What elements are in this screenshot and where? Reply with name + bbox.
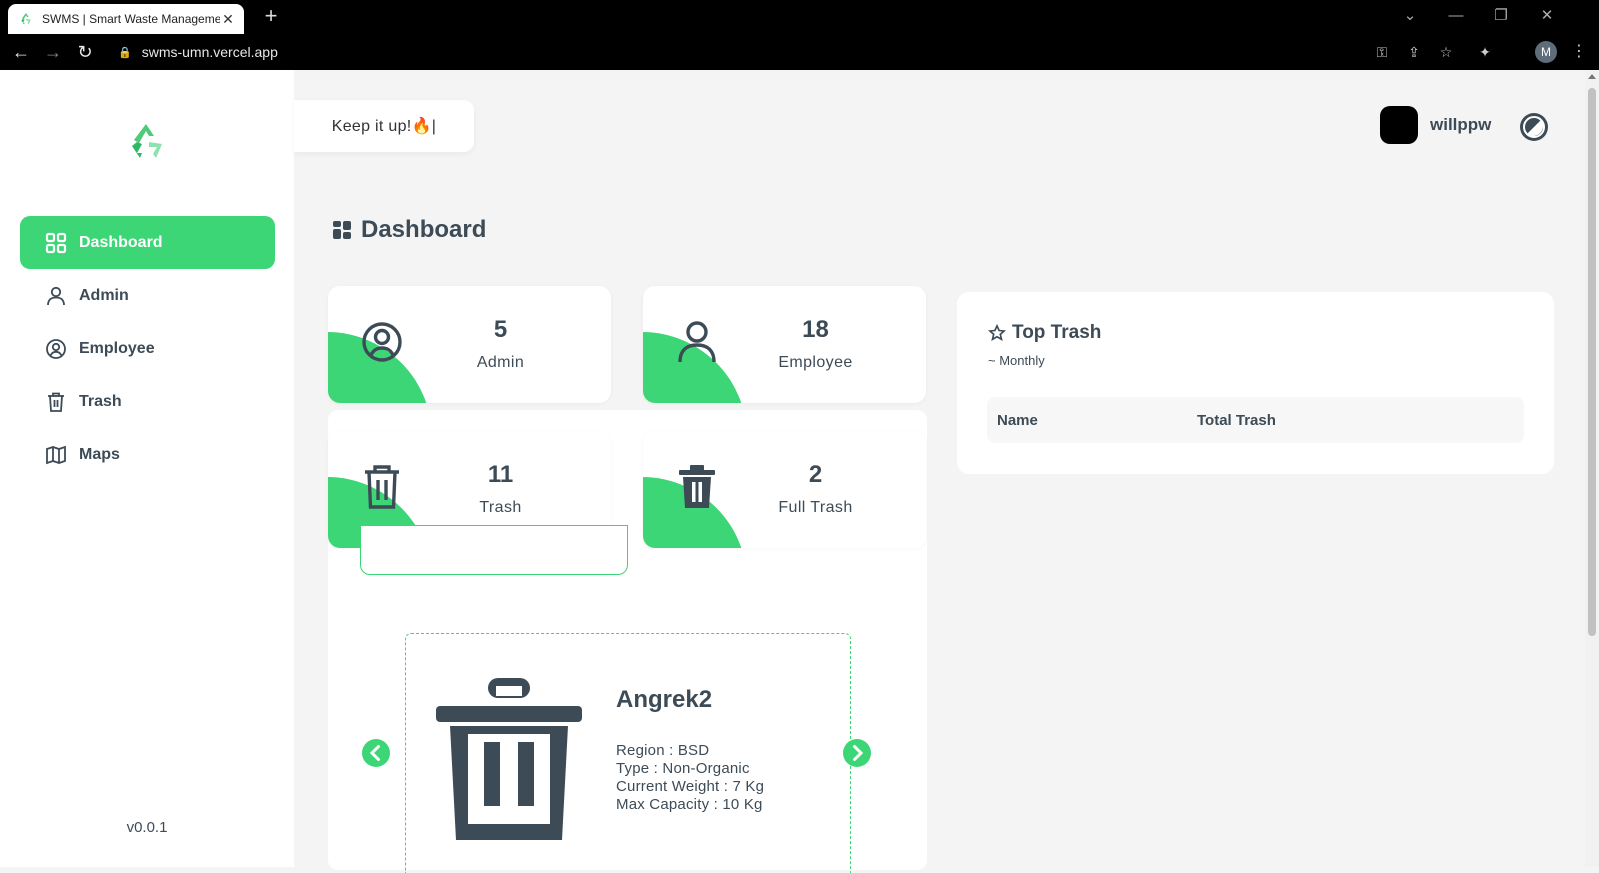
carousel-next-button[interactable] xyxy=(843,739,871,767)
sidebar-item-label: Dashboard xyxy=(79,233,163,251)
sidebar-item-label: Maps xyxy=(79,445,120,463)
address-bar[interactable]: 🔒 swms-umn.vercel.app xyxy=(108,38,1462,66)
stat-card-full-trash[interactable]: 2 Full Trash xyxy=(643,431,926,548)
browser-toolbar: ← → ↻ 🔒 swms-umn.vercel.app ⚿ ⇪ ☆ ✦ M ⋮ xyxy=(0,34,1599,70)
forward-icon[interactable]: → xyxy=(41,40,65,64)
sidebar-item-maps[interactable]: Maps xyxy=(20,428,275,481)
username: willppw xyxy=(1430,115,1492,134)
stat-card-employee[interactable]: 18 Employee xyxy=(643,286,926,403)
user-circle-icon xyxy=(362,322,402,362)
app-version: v0.0.1 xyxy=(126,819,168,836)
stat-label: Trash xyxy=(479,499,522,516)
browser-tab[interactable]: SWMS | Smart Waste Manageme ✕ xyxy=(8,4,244,34)
trash-bin-icon xyxy=(436,678,582,840)
top-trash-title: Top Trash xyxy=(988,322,1101,344)
sidebar-item-label: Trash xyxy=(79,392,122,410)
user-circle-icon xyxy=(46,338,66,359)
top-trash-period: ~ Monthly xyxy=(988,353,1045,368)
user-icon xyxy=(678,321,716,363)
top-trash-title-text: Top Trash xyxy=(1012,322,1102,343)
recycle-favicon-icon xyxy=(21,13,31,25)
trash-name: Angrek2 xyxy=(616,686,713,713)
user-icon xyxy=(47,286,65,305)
trash-carousel: Angrek2 Region : BSD Type : Non-Organic … xyxy=(360,605,897,873)
dashboard-grid-icon xyxy=(333,221,351,239)
column-header-total[interactable]: Total Trash xyxy=(1197,412,1276,429)
table-header: Name Total Trash xyxy=(987,397,1524,443)
page-scrollbar[interactable] xyxy=(1585,70,1599,867)
share-icon[interactable]: ⇪ xyxy=(1404,42,1424,62)
sidebar-item-admin[interactable]: Admin xyxy=(20,269,275,322)
extensions-icon[interactable]: ✦ xyxy=(1475,42,1495,62)
theme-toggle-icon[interactable] xyxy=(1519,112,1549,142)
trash-weight: Current Weight : 7 Kg xyxy=(616,778,765,795)
trash-icon xyxy=(365,465,399,509)
new-tab-button[interactable]: + xyxy=(258,4,284,30)
browser-tabbar: SWMS | Smart Waste Manageme ✕ + ⌄ — ❐ ✕ xyxy=(0,0,1599,34)
minimize-icon[interactable]: — xyxy=(1436,4,1476,30)
stat-label: Admin xyxy=(476,354,525,371)
sidebar-item-label: Employee xyxy=(79,339,155,357)
page-title: Dashboard xyxy=(332,216,486,244)
stat-value: 5 xyxy=(493,316,508,343)
lock-icon: 🔒 xyxy=(118,46,132,59)
trash-region: Region : BSD xyxy=(616,742,710,759)
restore-icon[interactable]: ❐ xyxy=(1481,4,1521,30)
url-text: swms-umn.vercel.app xyxy=(141,44,278,60)
bookmark-star-icon[interactable]: ☆ xyxy=(1436,42,1456,62)
reload-icon[interactable]: ↻ xyxy=(73,40,97,64)
sidebar-item-trash[interactable]: Trash xyxy=(20,375,275,428)
trash-full-icon xyxy=(679,465,715,508)
app-page: Dashboard Admin Employee Trash Maps v0.0… xyxy=(0,70,1599,873)
key-icon[interactable]: ⚿ xyxy=(1372,42,1392,62)
tab-search-icon[interactable]: ⌄ xyxy=(1390,4,1430,30)
chevron-right-icon xyxy=(853,745,864,761)
scrollbar-thumb[interactable] xyxy=(1588,88,1596,636)
trash-icon xyxy=(48,392,64,412)
trash-type: Type : Non-Organic xyxy=(616,760,750,777)
sidebar-item-employee[interactable]: Employee xyxy=(20,322,275,375)
tab-title: SWMS | Smart Waste Manageme xyxy=(42,12,220,26)
window-close-icon[interactable]: ✕ xyxy=(1527,4,1567,30)
sidebar: Dashboard Admin Employee Trash Maps v0.0… xyxy=(0,70,294,867)
stat-card-admin[interactable]: 5 Admin xyxy=(328,286,611,403)
dashboard-grid-icon xyxy=(45,232,67,253)
back-icon[interactable]: ← xyxy=(9,40,33,64)
top-trash-card: Top Trash ~ Monthly Name Total Trash xyxy=(957,292,1554,474)
trash-detail-card[interactable]: Angrek2 Region : BSD Type : Non-Organic … xyxy=(405,633,851,873)
stat-value: 18 xyxy=(802,316,829,343)
recycle-logo-icon xyxy=(132,124,162,158)
chevron-left-icon xyxy=(369,745,380,761)
map-icon xyxy=(46,445,66,464)
trash-info: Region : BSD Type : Non-Organic Current … xyxy=(616,742,764,814)
star-icon xyxy=(988,324,1006,342)
trash-capacity: Max Capacity : 10 Kg xyxy=(616,796,763,813)
stat-value: 11 xyxy=(487,461,514,488)
stat-label: Employee xyxy=(778,354,853,371)
page-title-text: Dashboard xyxy=(361,216,487,243)
scroll-up-icon[interactable] xyxy=(1588,74,1596,79)
stat-label: Full Trash xyxy=(778,499,853,516)
avatar xyxy=(1380,106,1418,144)
user-menu[interactable]: willppw xyxy=(1380,106,1491,144)
ghost-input-field[interactable] xyxy=(360,525,628,575)
carousel-prev-button[interactable] xyxy=(362,739,390,767)
profile-avatar[interactable]: M xyxy=(1535,41,1557,63)
stat-value: 2 xyxy=(808,461,823,488)
browser-menu-icon[interactable]: ⋮ xyxy=(1569,40,1589,64)
column-header-name[interactable]: Name xyxy=(997,412,1038,429)
motivation-toast: Keep it up!🔥| xyxy=(294,100,474,152)
tab-close-icon[interactable]: ✕ xyxy=(220,11,236,28)
sidebar-item-dashboard[interactable]: Dashboard xyxy=(20,216,275,269)
sidebar-item-label: Admin xyxy=(79,286,129,304)
